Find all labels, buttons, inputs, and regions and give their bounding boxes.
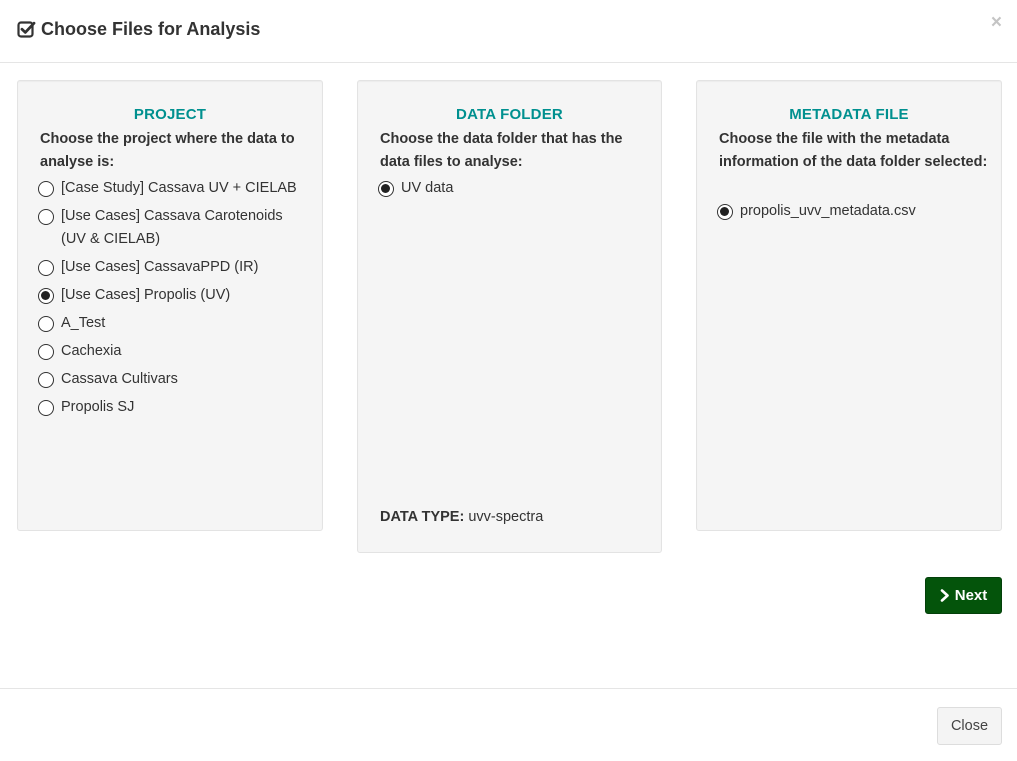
radio-button[interactable] — [38, 260, 54, 276]
project-option[interactable]: [Use Cases] CassavaPPD (IR) — [38, 256, 308, 279]
metadata-heading: METADATA FILE — [789, 106, 909, 123]
project-option-label: [Use Cases] Cassava Carotenoids (UV & CI… — [61, 208, 283, 247]
close-icon[interactable]: × — [991, 13, 1002, 32]
radio-button[interactable] — [38, 372, 54, 388]
project-option[interactable]: [Use Cases] Cassava Carotenoids (UV & CI… — [38, 205, 308, 251]
project-radio-group: [Case Study] Cassava UV + CIELAB [Use Cas… — [38, 177, 308, 424]
radio-button[interactable] — [38, 400, 54, 416]
choose-files-dialog: Choose Files for Analysis × PROJECT Choo… — [0, 0, 1017, 761]
dialog-title-text: Choose Files for Analysis — [41, 19, 261, 39]
project-option[interactable]: Cassava Cultivars — [38, 368, 308, 391]
project-instruction: Choose the project where the data to ana… — [40, 131, 295, 170]
dialog-footer: Close — [0, 688, 1017, 761]
radio-button[interactable] — [38, 316, 54, 332]
data-folder-panel: DATA FOLDER Choose the data folder that … — [357, 80, 662, 553]
project-option[interactable]: A_Test — [38, 312, 308, 335]
radio-button[interactable] — [38, 209, 54, 225]
metadata-option[interactable]: propolis_uvv_metadata.csv — [717, 200, 987, 223]
data-folder-option-label: UV data — [401, 180, 454, 196]
project-option-label: [Use Cases] Propolis (UV) — [61, 287, 231, 303]
data-type-info: DATA TYPE: uvv-spectra — [380, 509, 543, 525]
check-square-icon — [17, 20, 36, 39]
data-folder-heading: DATA FOLDER — [456, 106, 563, 123]
data-folder-option[interactable]: UV data — [378, 177, 643, 200]
close-button[interactable]: Close — [937, 707, 1002, 745]
metadata-instruction: Choose the file with the metadata inform… — [719, 131, 988, 170]
project-option-label: [Case Study] Cassava UV + CIELAB — [61, 180, 297, 196]
project-panel: PROJECT Choose the project where the dat… — [17, 80, 323, 531]
project-option-label: A_Test — [61, 315, 106, 331]
data-folder-instruction: Choose the data folder that has the data… — [380, 131, 623, 170]
project-option-label: [Use Cases] CassavaPPD (IR) — [61, 259, 259, 275]
project-option-label: Cassava Cultivars — [61, 371, 178, 387]
project-option[interactable]: [Use Cases] Propolis (UV) — [38, 284, 308, 307]
project-option[interactable]: Propolis SJ — [38, 396, 308, 419]
project-option-label: Cachexia — [61, 343, 122, 359]
next-button-label: Next — [954, 587, 988, 604]
project-heading: PROJECT — [133, 106, 207, 123]
data-folder-radio-group: UV data — [378, 177, 643, 200]
dialog-header: Choose Files for Analysis × — [0, 0, 1017, 63]
radio-button[interactable] — [38, 288, 54, 304]
next-button[interactable]: Next — [925, 577, 1002, 614]
project-option[interactable]: [Case Study] Cassava UV + CIELAB — [38, 177, 308, 200]
project-option[interactable]: Cachexia — [38, 340, 308, 363]
radio-button[interactable] — [717, 204, 733, 220]
metadata-panel: METADATA FILE Choose the file with the m… — [696, 80, 1002, 531]
dialog-title: Choose Files for Analysis — [17, 19, 260, 40]
project-option-label: Propolis SJ — [61, 399, 135, 415]
radio-button[interactable] — [38, 344, 54, 360]
metadata-option-label: propolis_uvv_metadata.csv — [740, 203, 916, 219]
data-type-label: DATA TYPE: — [380, 509, 465, 525]
radio-button[interactable] — [38, 181, 54, 197]
data-type-value: uvv-spectra — [468, 509, 544, 525]
chevron-right-icon — [940, 589, 950, 602]
radio-button[interactable] — [378, 181, 394, 197]
metadata-radio-group: propolis_uvv_metadata.csv — [717, 200, 987, 223]
